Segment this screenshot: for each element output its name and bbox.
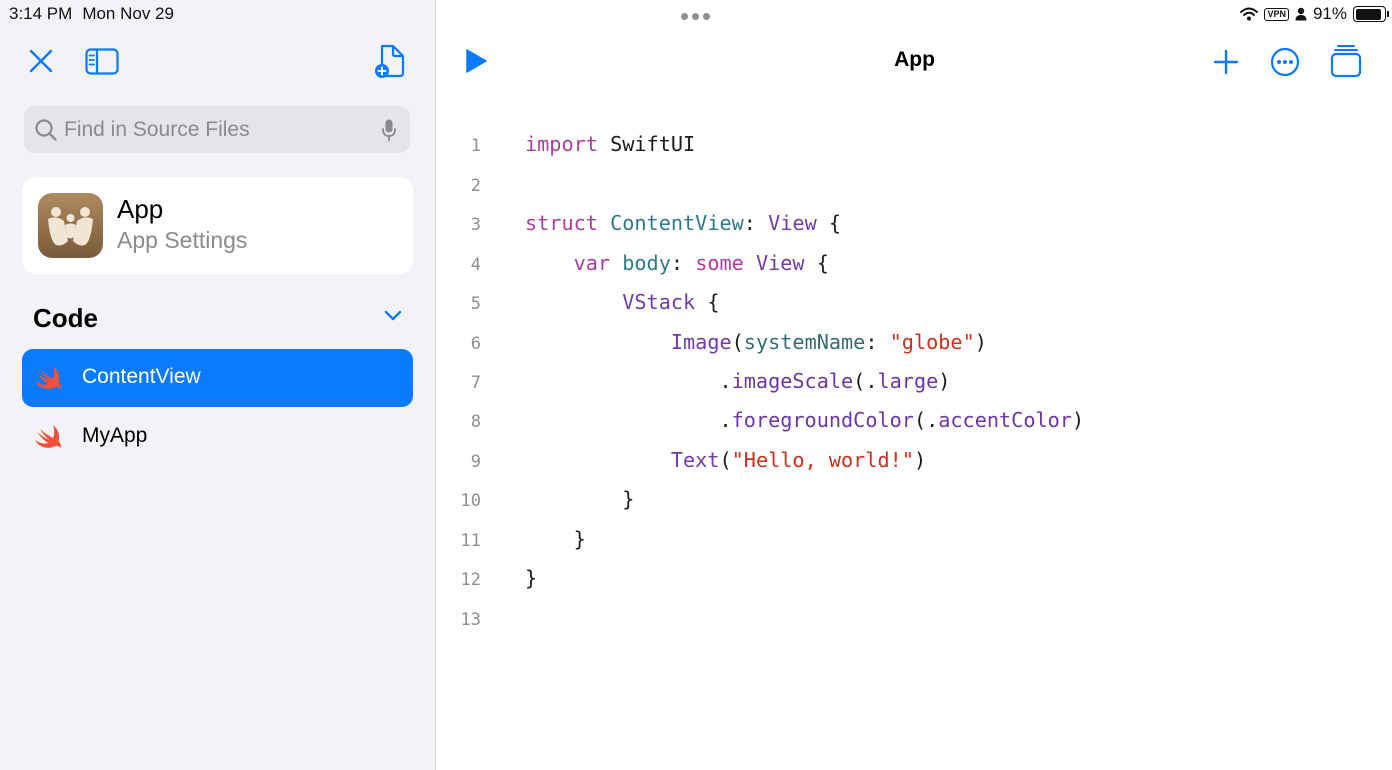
- sidebar-toggle-icon[interactable]: [84, 46, 120, 76]
- code-editor: VPN 91% App 1 import SwiftUI 2 3 struct …: [437, 0, 1392, 770]
- sidebar: 3:14 PM Mon Nov 29 App App Settings Code: [0, 0, 436, 770]
- line-number: 8: [470, 412, 481, 432]
- code-line: 7 .imageScale(.large): [437, 362, 1392, 402]
- code-text: }: [525, 487, 635, 511]
- code-line: 4 var body: some View {: [437, 244, 1392, 284]
- status-time: 3:14 PM: [9, 4, 73, 23]
- vpn-badge: VPN: [1264, 7, 1289, 21]
- editor-title: App: [894, 48, 935, 71]
- windows-icon[interactable]: [1330, 44, 1362, 78]
- app-icon: [38, 193, 103, 258]
- line-number: 5: [470, 294, 481, 314]
- more-icon[interactable]: [1269, 46, 1301, 78]
- line-number: 10: [460, 491, 481, 511]
- code-text: import SwiftUI: [525, 132, 696, 156]
- app-name: App: [117, 194, 164, 224]
- line-number: 3: [470, 215, 481, 235]
- new-file-icon[interactable]: [372, 42, 408, 80]
- line-number: 6: [470, 334, 481, 354]
- line-number: 1: [470, 136, 481, 156]
- search-icon: [35, 119, 57, 141]
- code-line: 9 Text("Hello, world!"): [437, 441, 1392, 481]
- line-number: 7: [470, 373, 481, 393]
- battery-icon: [1353, 6, 1389, 22]
- code-line: 5 VStack {: [437, 283, 1392, 323]
- multitasking-dots-icon[interactable]: [681, 13, 710, 20]
- file-label: MyApp: [82, 424, 148, 447]
- wifi-icon: [1240, 7, 1259, 21]
- line-number: 13: [460, 610, 481, 630]
- line-number: 4: [470, 255, 481, 275]
- line-number: 12: [460, 570, 481, 590]
- file-label: ContentView: [82, 365, 201, 388]
- swift-icon: [35, 366, 62, 389]
- status-bar-left: 3:14 PM Mon Nov 29: [9, 4, 174, 24]
- person-icon: [1295, 7, 1307, 21]
- microphone-icon[interactable]: [381, 118, 397, 142]
- code-text: var body: some View {: [573, 251, 829, 275]
- add-icon[interactable]: [1211, 47, 1241, 77]
- line-number: 9: [470, 452, 481, 472]
- code-text: }: [525, 566, 538, 590]
- battery-percent: 91%: [1312, 4, 1347, 23]
- code-text: .imageScale(.large): [525, 369, 951, 393]
- code-line: 6 Image(systemName: "globe"): [437, 323, 1392, 363]
- chevron-down-icon[interactable]: [383, 308, 403, 327]
- close-icon[interactable]: [26, 46, 56, 76]
- code-text: .foregroundColor(.accentColor): [525, 408, 1085, 432]
- code-text: VStack {: [622, 290, 720, 314]
- swift-icon: [35, 425, 62, 448]
- code-text: }: [525, 527, 586, 551]
- status-date: Mon Nov 29: [82, 4, 174, 23]
- code-text: Image(systemName: "globe"): [670, 330, 987, 354]
- line-number: 2: [470, 176, 481, 196]
- code-line: 3 struct ContentView: View {: [437, 204, 1392, 244]
- code-line: 2: [437, 165, 1392, 205]
- code-line: 12 }: [437, 559, 1392, 599]
- code-section-title: Code: [33, 303, 98, 333]
- code-line: 11 }: [437, 520, 1392, 560]
- file-row-contentview[interactable]: ContentView: [22, 349, 413, 407]
- code-text: Text("Hello, world!"): [670, 448, 927, 472]
- line-number: 11: [460, 531, 481, 551]
- app-settings-subtitle: App Settings: [117, 227, 248, 253]
- code-line: 10 }: [437, 480, 1392, 520]
- code-line: 8 .foregroundColor(.accentColor): [437, 401, 1392, 441]
- app-settings-card[interactable]: App App Settings: [22, 177, 413, 274]
- file-row-myapp[interactable]: MyApp: [22, 408, 413, 466]
- status-bar-right: VPN 91%: [1240, 4, 1389, 24]
- code-text: struct ContentView: View {: [525, 211, 842, 235]
- code-line: 1 import SwiftUI: [437, 125, 1392, 165]
- search-field[interactable]: [24, 106, 410, 153]
- search-input[interactable]: [64, 106, 364, 153]
- code-line: 13: [437, 599, 1392, 639]
